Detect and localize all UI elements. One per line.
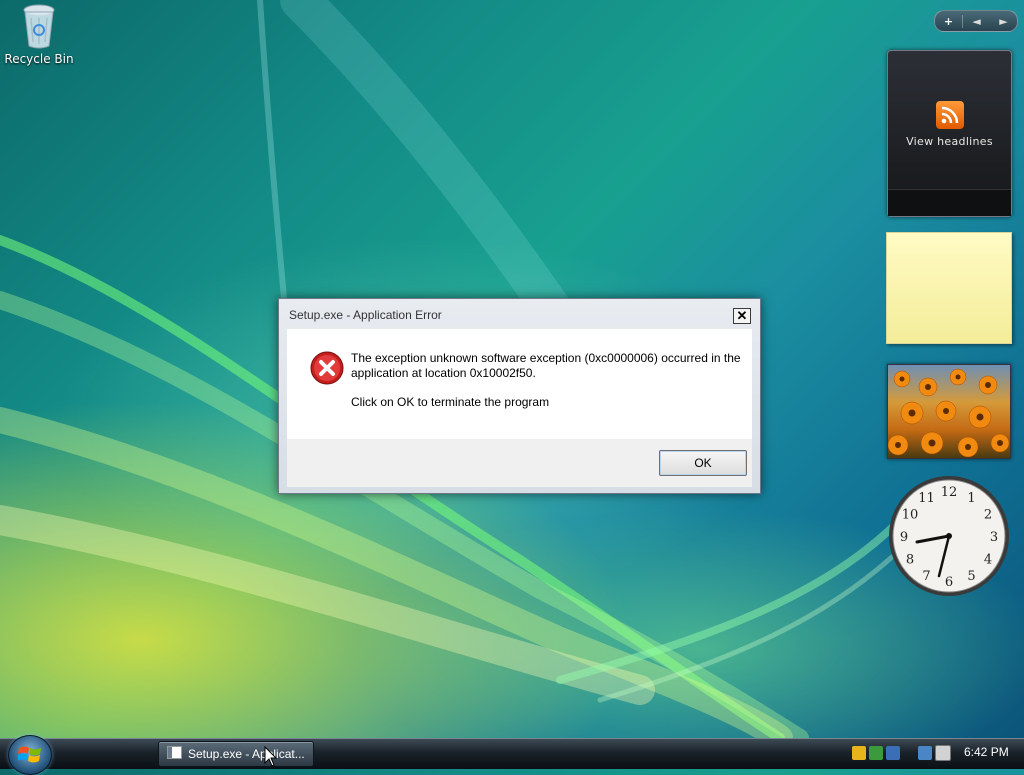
clock-numeral: 7 [922,569,930,584]
taskbar-item-setup[interactable]: Setup.exe - Applicat... [158,741,314,767]
gadget-toolbar: + ◄ ► [934,10,1018,32]
clock-numeral: 4 [984,553,992,568]
clock-gadget[interactable]: 12 12 3 45678 9 10 11 [887,474,1011,598]
clock-numeral: 8 [906,553,914,568]
close-button[interactable]: ✕ [733,308,751,324]
system-tray [852,743,951,763]
network-icon[interactable] [918,746,932,760]
security-shield-icon[interactable] [852,746,866,760]
clock-numeral: 1 [967,491,975,506]
sidebar-tray-icon[interactable] [886,746,900,760]
dialog-message: The exception unknown software exception… [351,351,741,424]
application-error-dialog: Setup.exe - Application Error ✕ The exce… [278,298,761,494]
clock-numeral: 3 [990,530,998,545]
mouse-cursor-icon [264,746,278,767]
error-message-text: The exception unknown software exception… [351,351,741,380]
gadget-next-button[interactable]: ► [990,15,1017,28]
volume-muted-icon[interactable] [935,745,951,761]
feed-headlines-gadget[interactable]: View headlines [887,50,1012,217]
error-icon [310,351,344,385]
desktop-icon-label: Recycle Bin [4,52,74,66]
taskbar-item-label: Setup.exe - Applicat... [188,747,305,761]
taskbar-clock[interactable]: 6:42 PM [964,745,1009,759]
clock-numeral: 10 [902,508,919,523]
windows-logo-icon [18,746,41,763]
clock-numeral: 9 [900,530,908,545]
dialog-body: The exception unknown software exception… [287,329,752,439]
feed-footer [888,189,1011,216]
recycle-bin-icon [23,4,55,49]
flowers-photo [888,368,1010,458]
desktop-icon-recycle-bin[interactable]: Recycle Bin [4,2,74,66]
view-headlines-label[interactable]: View headlines [888,135,1011,148]
rss-icon [935,101,964,129]
add-gadget-button[interactable]: + [935,14,963,28]
start-button[interactable] [8,735,52,775]
clock-numeral: 5 [967,569,975,584]
clock-numeral: 2 [984,508,992,523]
ok-button[interactable]: OK [659,450,747,476]
clock-numeral: 6 [945,575,953,590]
windows-update-icon[interactable] [869,746,883,760]
clock-numeral: 11 [918,491,935,506]
clock-numeral: 12 [941,485,958,500]
terminate-instruction-text: Click on OK to terminate the program [351,395,550,409]
gadget-prev-button[interactable]: ◄ [963,15,990,28]
dialog-title: Setup.exe - Application Error [289,308,442,322]
slideshow-gadget[interactable] [887,364,1011,459]
application-window-icon [167,746,182,759]
notes-gadget[interactable] [886,232,1012,344]
